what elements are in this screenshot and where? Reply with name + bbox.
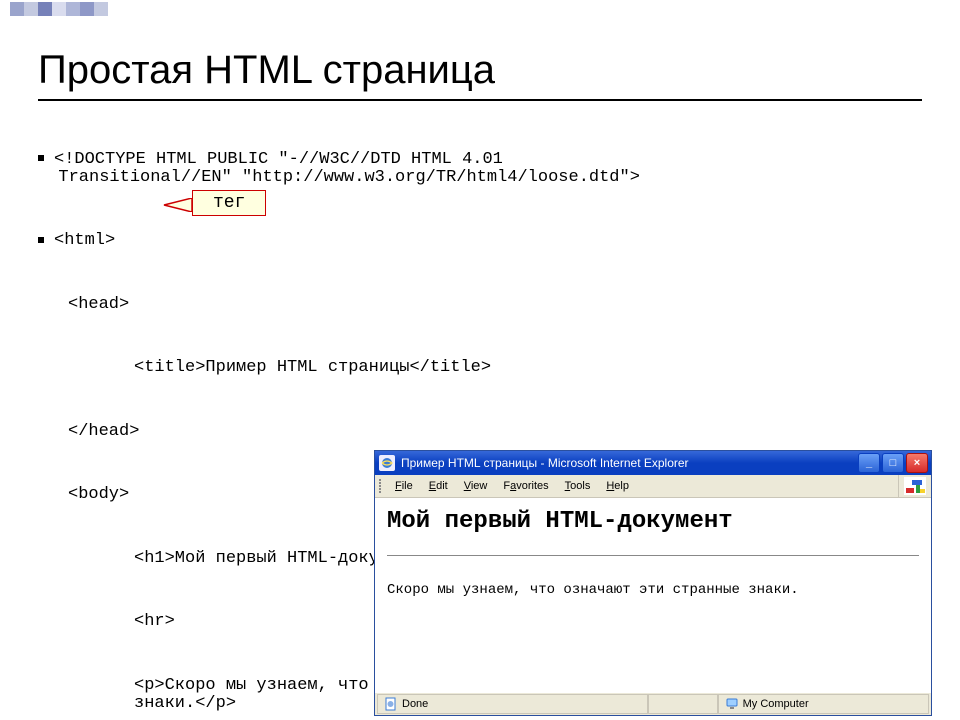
callout-tag: тег <box>192 190 266 216</box>
ie-status-left: Done <box>377 694 648 714</box>
menu-help[interactable]: Help <box>598 478 637 494</box>
ie-status-zone: My Computer <box>743 698 809 710</box>
my-computer-icon <box>725 697 739 711</box>
ie-page: Мой первый HTML-документ Скоро мы узнаем… <box>375 498 931 692</box>
ie-window: Пример HTML страницы - Microsoft Interne… <box>374 450 932 716</box>
ie-app-icon <box>379 455 395 471</box>
ie-window-title: Пример HTML страницы - Microsoft Interne… <box>399 456 856 470</box>
code-html-open: <html> <box>38 232 922 250</box>
ie-status-right: My Computer <box>718 694 929 714</box>
maximize-button[interactable]: □ <box>882 453 904 473</box>
ie-status-mid <box>648 694 718 714</box>
menu-file[interactable]: File <box>387 478 421 494</box>
menu-tools[interactable]: Tools <box>557 478 599 494</box>
gripper-icon <box>379 479 385 493</box>
menu-edit[interactable]: Edit <box>421 478 456 494</box>
menu-view[interactable]: View <box>456 478 496 494</box>
menu-favorites[interactable]: Favorites <box>495 478 556 494</box>
slide-title: Простая HTML страница <box>38 30 922 101</box>
minimize-button[interactable]: _ <box>858 453 880 473</box>
code-head-close: </head> <box>68 423 922 441</box>
ie-statusbar: Done My Computer <box>375 692 931 715</box>
callout-arrow-icon <box>162 198 192 212</box>
ie-status-text: Done <box>402 698 428 710</box>
ie-page-p: Скоро мы узнаем, что означают эти странн… <box>387 582 919 598</box>
callout-label: тег <box>192 190 266 216</box>
ie-throbber-icon <box>898 475 931 497</box>
code-title: <title>Пример HTML страницы</title> <box>134 359 922 377</box>
code-doctype: <!DOCTYPE HTML PUBLIC "-//W3C//DTD HTML … <box>38 151 922 187</box>
ie-page-h1: Мой первый HTML-документ <box>387 508 919 535</box>
code-head-open: <head> <box>68 296 922 314</box>
ie-titlebar: Пример HTML страницы - Microsoft Interne… <box>375 451 931 475</box>
ie-page-hr <box>387 555 919 556</box>
ie-menubar: File Edit View Favorites Tools Help <box>375 475 931 498</box>
document-icon <box>384 697 398 711</box>
close-button[interactable]: × <box>906 453 928 473</box>
decoration-squares <box>10 2 108 16</box>
